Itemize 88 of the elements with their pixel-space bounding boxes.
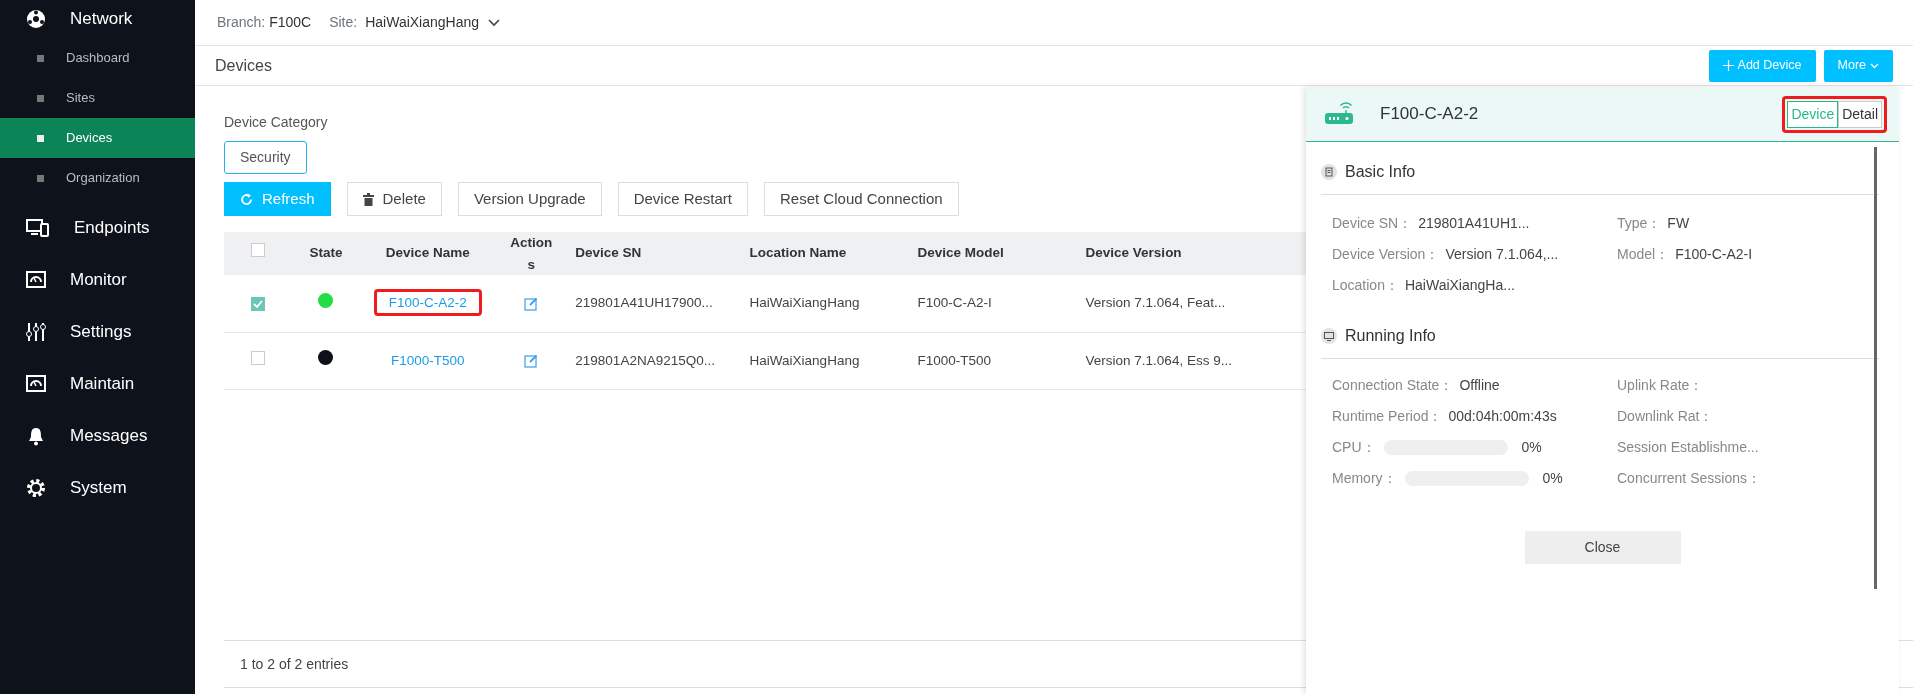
sidebar-subitem[interactable]: Organization — [0, 158, 195, 198]
column-header: Device Model — [917, 245, 1004, 261]
sidebar-item[interactable]: Endpoints — [0, 202, 195, 254]
toolbar-button[interactable]: Delete — [346, 182, 442, 216]
section-title: Basic Info — [1345, 162, 1416, 182]
field-value: 0% — [1542, 469, 1563, 488]
field-label: Connection State： — [1332, 376, 1454, 395]
gauge-icon — [26, 270, 46, 290]
trash-icon — [362, 192, 374, 206]
sidebar-subitem[interactable]: Devices — [0, 118, 195, 158]
field-label: Type： — [1617, 214, 1662, 233]
sliders-icon — [26, 322, 46, 342]
field-value: 00d:04h:00m:43s — [1448, 407, 1557, 426]
chevron-down-icon — [1870, 62, 1879, 69]
gauge-icon — [26, 374, 46, 394]
scrollbar[interactable] — [1874, 147, 1877, 589]
field-label: Model： — [1617, 245, 1670, 264]
field-label: Uplink Rate： — [1617, 376, 1704, 395]
chevron-down-icon — [487, 17, 502, 28]
field-label: Session Establishme... — [1617, 438, 1759, 457]
toolbar-button[interactable]: Version Upgrade — [457, 182, 602, 216]
sidebar-item[interactable]: Monitor — [0, 254, 195, 306]
table-cell: HaiWaiXiangHang — [749, 352, 860, 368]
table-cell: 219801A41UH17900... — [575, 295, 713, 311]
close-button[interactable]: Close — [1524, 531, 1681, 564]
field-value: 0% — [1521, 438, 1542, 457]
monitor-phone-icon — [26, 218, 50, 238]
field-label: CPU： — [1332, 438, 1376, 457]
edit-icon[interactable] — [524, 354, 539, 368]
row-checkbox[interactable] — [250, 296, 265, 311]
column-header: State — [309, 245, 343, 261]
field-value: Version 7.1.064,... — [1445, 245, 1559, 264]
sidebar-subitem[interactable]: Sites — [0, 78, 195, 118]
section-title: Running Info — [1345, 326, 1436, 346]
field-label: Memory： — [1332, 469, 1397, 488]
square-icon — [37, 54, 44, 62]
router-icon — [1324, 102, 1354, 126]
panel-tab[interactable]: Detail — [1838, 100, 1882, 128]
square-icon — [37, 94, 44, 102]
page-title: Devices — [215, 55, 272, 76]
table-cell: F100-C-A2-I — [917, 295, 992, 311]
table-cell: HaiWaiXiangHang — [749, 295, 860, 311]
field-label: Location： — [1332, 276, 1399, 295]
branch-label: Branch: F100C — [217, 13, 312, 32]
sidebar-item[interactable]: Network — [0, 0, 195, 38]
column-header: Device Name — [385, 245, 470, 261]
field-value: HaiWaiXiangHa... — [1404, 276, 1515, 295]
category-label: Device Category — [224, 113, 328, 132]
gear-icon — [26, 478, 46, 498]
sidebar-item[interactable]: Messages — [0, 410, 195, 462]
pagination-info: 1 to 2 of 2 entries — [240, 654, 349, 674]
monitor-icon — [1321, 328, 1337, 344]
column-header: Actions — [509, 234, 554, 274]
globe-icon — [26, 9, 46, 29]
toolbar-button[interactable]: Reset Cloud Connection — [764, 182, 959, 216]
sidebar-item[interactable]: Settings — [0, 306, 195, 358]
sidebar-subitem[interactable]: Dashboard — [0, 38, 195, 78]
field-label: Device Version： — [1332, 245, 1440, 264]
bell-icon — [26, 426, 46, 446]
site-selector[interactable]: Site: HaiWaiXiangHang — [329, 12, 502, 33]
field-label: Downlink Rat： — [1617, 407, 1714, 426]
document-icon — [1321, 164, 1337, 180]
category-tab[interactable]: Security — [224, 141, 307, 174]
field-label: Runtime Period： — [1332, 407, 1443, 426]
column-header: Device SN — [575, 245, 642, 261]
refresh-icon — [240, 192, 253, 206]
field-label: Concurrent Sessions： — [1617, 469, 1761, 488]
select-all-checkbox[interactable] — [250, 243, 265, 258]
field-value: Offline — [1459, 376, 1500, 395]
column-header: Device Version — [1085, 245, 1182, 261]
field-value: FW — [1667, 214, 1690, 233]
plus-icon — [1722, 60, 1734, 71]
table-cell: F1000-T500 — [917, 352, 992, 368]
panel-title: F100-C-A2-2 — [1380, 103, 1480, 126]
toolbar-button[interactable]: Device Restart — [617, 182, 748, 216]
sidebar-item[interactable]: Maintain — [0, 358, 195, 410]
table-cell: Version 7.1.064, Ess 9... — [1085, 352, 1232, 368]
row-checkbox[interactable] — [250, 350, 265, 365]
table-cell: 219801A2NA9215Q0... — [575, 352, 715, 368]
edit-icon[interactable] — [524, 296, 539, 311]
square-icon — [37, 134, 44, 142]
column-header: Location Name — [749, 245, 847, 261]
table-cell: Version 7.1.064, Feat... — [1085, 295, 1226, 311]
square-icon — [37, 174, 44, 182]
field-value: 219801A41UH1... — [1418, 214, 1530, 233]
field-label: Device SN： — [1332, 214, 1413, 233]
field-value: F100-C-A2-I — [1675, 245, 1753, 264]
sidebar-item[interactable]: System — [0, 462, 195, 514]
